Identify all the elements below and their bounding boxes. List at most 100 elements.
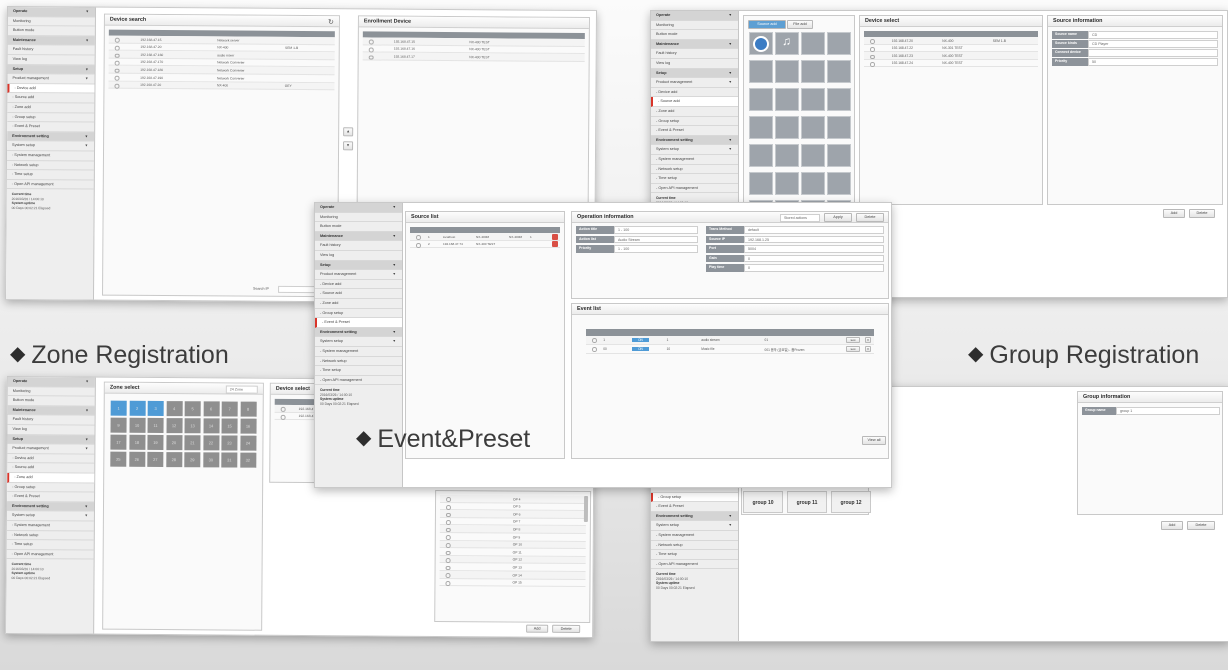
zone-tile[interactable]: 22: [202, 435, 219, 451]
add-to-enrollment-button[interactable]: ▲: [343, 127, 354, 137]
sidebar-item[interactable]: View log: [315, 251, 402, 261]
sidebar-item[interactable]: Fault history: [651, 49, 738, 59]
sidebar-item[interactable]: Product management: [7, 74, 95, 85]
view-all-button[interactable]: View all: [862, 436, 886, 445]
group-button[interactable]: group 10: [743, 491, 783, 513]
sidebar-item[interactable]: Product management: [7, 444, 95, 455]
group-name-input[interactable]: group 1: [1116, 407, 1220, 415]
sidebar-item[interactable]: - System management: [6, 520, 94, 532]
zone-tile[interactable]: 32: [239, 452, 256, 468]
group-delete-button[interactable]: Delete: [1187, 521, 1215, 530]
sidebar-item[interactable]: System setup: [651, 521, 738, 531]
operation-field-input[interactable]: 0: [744, 254, 884, 262]
output-row[interactable]: OP 15: [439, 578, 586, 588]
zone-tile[interactable]: 16: [240, 418, 257, 434]
sidebar-item[interactable]: - Time setup: [6, 540, 94, 551]
source-tile[interactable]: [749, 144, 773, 167]
sidebar-item[interactable]: - Group setup: [651, 492, 738, 503]
source-list-row[interactable]: 1 localhost NX-400M NX-400M 1: [410, 233, 560, 241]
sidebar-item[interactable]: - Time setup: [651, 174, 738, 184]
sidebar-item[interactable]: View log: [7, 54, 95, 66]
source-tile[interactable]: [775, 88, 799, 111]
event-level-toggle[interactable]: ON: [632, 346, 649, 351]
table-row[interactable]: 192.168.47.23 NX-400 TEST: [864, 52, 1038, 60]
sidebar-item[interactable]: - Source add: [7, 463, 95, 474]
sidebar-item[interactable]: - Network setup: [6, 530, 94, 541]
sidebar-item[interactable]: - Network setup: [651, 165, 738, 175]
source-tile[interactable]: [801, 60, 825, 83]
sidebar-item[interactable]: - Time setup: [6, 170, 94, 181]
sidebar-item[interactable]: Fault history: [315, 241, 402, 251]
sidebar-item[interactable]: Monitoring: [651, 21, 738, 31]
sidebar-item[interactable]: - Open API management: [651, 184, 738, 194]
source-tile[interactable]: [827, 60, 851, 83]
sidebar-item[interactable]: - System management: [315, 347, 402, 357]
sidebar-item[interactable]: Monitoring: [315, 213, 402, 223]
source-tile[interactable]: [749, 88, 773, 111]
sidebar-item[interactable]: - Time setup: [315, 366, 402, 376]
sidebar-item[interactable]: - Open API management: [651, 560, 738, 570]
remove-from-enrollment-button[interactable]: ▼: [343, 141, 354, 151]
operation-field-input[interactable]: 1 - 100: [614, 245, 698, 253]
source-tile[interactable]: [827, 172, 851, 195]
sidebar-item[interactable]: System setup: [6, 511, 94, 522]
zone-tile[interactable]: 5: [184, 401, 201, 417]
sidebar-item[interactable]: - Event & Preset: [315, 318, 402, 328]
sidebar-item[interactable]: Button mode: [7, 396, 95, 407]
sidebar-item[interactable]: - Zone add: [315, 299, 402, 309]
delete-button[interactable]: Delete: [1189, 209, 1215, 218]
sidebar-item[interactable]: Setup: [7, 434, 95, 445]
zone-tile[interactable]: 2: [129, 400, 146, 416]
source-field-input[interactable]: 50: [1088, 58, 1218, 66]
event-level-toggle[interactable]: ON: [632, 337, 649, 342]
sidebar-item[interactable]: Monitoring: [7, 16, 95, 27]
sidebar-item[interactable]: - Device add: [7, 453, 95, 464]
sidebar-item[interactable]: - Zone add: [7, 102, 95, 114]
sidebar-item[interactable]: - Network setup: [6, 160, 94, 171]
sidebar-item[interactable]: Environment setting: [651, 511, 738, 522]
event-options-button[interactable]: ▾: [865, 346, 871, 352]
table-row[interactable]: 192.168.47.20 NX-400 GEY: [108, 81, 335, 91]
zone-tile[interactable]: 29: [184, 452, 201, 468]
source-tile[interactable]: [801, 88, 825, 111]
zone-tile[interactable]: 25: [110, 451, 127, 467]
table-row[interactable]: 192.168.47.22 NX-301 TEST: [864, 45, 1038, 53]
operation-field-input[interactable]: 192.168.1.25: [744, 235, 884, 243]
apply-button[interactable]: Apply: [824, 213, 852, 222]
sidebar-item[interactable]: View log: [651, 59, 738, 69]
event-test-button[interactable]: test: [846, 346, 860, 352]
sidebar-item[interactable]: - Event & Preset: [651, 126, 738, 136]
sidebar-item[interactable]: Setup: [315, 260, 402, 271]
sidebar-item[interactable]: Environment setting: [7, 131, 95, 142]
sidebar-item[interactable]: Product management: [315, 270, 402, 280]
table-row[interactable]: 192.168.47.24 NX-400 TEST: [864, 60, 1038, 68]
sidebar-item[interactable]: - Open API management: [6, 549, 94, 560]
refresh-icon[interactable]: ↻: [328, 18, 334, 26]
sidebar-item[interactable]: - Zone add: [651, 107, 738, 117]
zone-tile[interactable]: 7: [221, 401, 238, 417]
source-tile[interactable]: [749, 116, 773, 139]
source-tile[interactable]: [801, 32, 825, 55]
sidebar-item[interactable]: - Group setup: [7, 482, 95, 493]
zone-tile[interactable]: 13: [184, 418, 201, 434]
sidebar-item[interactable]: - Event & Preset: [7, 122, 95, 133]
source-tile[interactable]: [775, 60, 799, 83]
sidebar-item[interactable]: System setup: [7, 141, 95, 152]
sidebar-item[interactable]: System setup: [651, 145, 738, 155]
sidebar-item[interactable]: Environment setting: [6, 501, 95, 512]
zone-tile[interactable]: 15: [221, 418, 238, 434]
table-row[interactable]: 192.168.47.20 NX-400 SEM 1-B: [864, 37, 1038, 45]
zone-tile[interactable]: 31: [221, 452, 238, 468]
zone-tile[interactable]: 6: [203, 401, 220, 417]
sidebar-item[interactable]: - Device add: [7, 83, 95, 94]
zone-tile[interactable]: 8: [240, 401, 257, 417]
sidebar-item[interactable]: View log: [7, 424, 95, 436]
music-note-icon[interactable]: ♫: [782, 34, 791, 48]
source-tile[interactable]: [749, 172, 773, 195]
sidebar-item[interactable]: Setup: [651, 68, 738, 79]
sidebar-item[interactable]: System setup: [315, 337, 402, 347]
source-field-input[interactable]: CD Player: [1088, 40, 1218, 48]
zone-delete-button[interactable]: Delete: [552, 624, 581, 633]
sidebar-item[interactable]: - Network setup: [315, 357, 402, 367]
sidebar-item[interactable]: - Group setup: [7, 112, 95, 123]
